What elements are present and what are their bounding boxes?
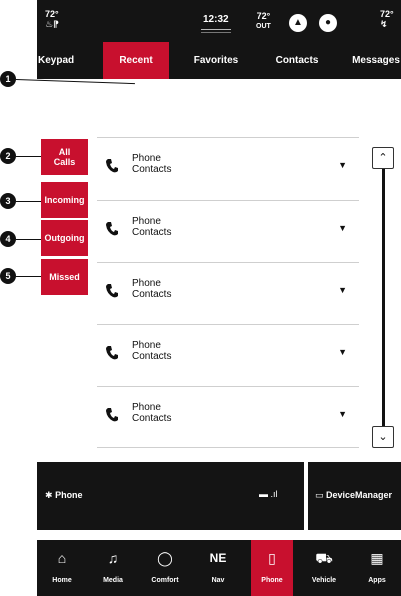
nav-vehicle[interactable]: ⛟ Vehicle <box>303 540 345 596</box>
nav-nav[interactable]: NE Nav <box>197 540 239 596</box>
callout-leader <box>16 276 41 277</box>
contact-name: Phone Contacts <box>132 216 172 238</box>
filter-missed[interactable]: Missed <box>41 259 88 295</box>
filter-all-calls[interactable]: All Calls <box>41 139 88 175</box>
outside-temp: 72° OUT <box>256 12 271 31</box>
call-list-item[interactable]: Phone Contacts ▼ <box>97 262 359 324</box>
compass-icon: NE <box>197 550 239 568</box>
nav-label: Phone <box>261 577 283 584</box>
outside-label: OUT <box>256 23 271 30</box>
connected-phone[interactable]: ✱ Phone <box>45 490 83 501</box>
scroll-up-button[interactable]: ⌃ <box>372 147 394 169</box>
clock: 12:32 <box>203 14 229 25</box>
chevron-down-icon[interactable]: ▼ <box>338 285 347 295</box>
passenger-temp[interactable]: 72° ↯ <box>380 9 394 29</box>
nav-label: Comfort <box>151 577 179 584</box>
device-manager-button[interactable]: ▭ DeviceManager <box>315 490 392 501</box>
phone-handset-icon <box>106 222 118 236</box>
phone-icon: ▯ <box>268 550 276 566</box>
nav-home[interactable]: ⌂ Home <box>41 540 83 596</box>
filter-incoming[interactable]: Incoming <box>41 182 88 218</box>
contact-name: Phone Contacts <box>132 278 172 300</box>
status-bar: 72° ♨⁋ 12:32 72° OUT ▲ ● 72° ↯ <box>37 0 401 42</box>
callout-leader <box>16 156 41 157</box>
phone-handset-icon <box>106 408 118 422</box>
chevron-down-icon[interactable]: ▼ <box>338 347 347 357</box>
nav-label: Home <box>52 577 72 584</box>
scroll-down-button[interactable]: ⌄ <box>372 426 394 448</box>
passenger-temp-value: 72° <box>380 9 394 19</box>
comfort-icon: ◯ <box>157 550 173 566</box>
tab-recent[interactable]: Recent <box>103 42 169 79</box>
outside-temp-value: 72° <box>256 11 271 21</box>
profile-icon[interactable]: ▲ <box>289 14 307 32</box>
tab-contacts[interactable]: Contacts <box>265 42 329 79</box>
signal-strength-icon: ▬ .ıl <box>259 489 278 499</box>
home-icon: ⌂ <box>57 550 67 566</box>
apps-grid-icon: ▦ <box>370 550 384 566</box>
car-icon: ⛟ <box>315 550 333 566</box>
driver-temp[interactable]: 72° ♨⁋ <box>45 9 59 29</box>
phone-handset-icon <box>106 159 118 173</box>
phone-status-bar: ✱ Phone ▬ .ıl ▭ DeviceManager <box>37 462 401 530</box>
microphone-icon[interactable]: ● <box>319 14 337 32</box>
clock-divider-2 <box>201 32 231 33</box>
compass-heading: NE <box>209 551 227 565</box>
device-manager-label: DeviceManager <box>326 490 393 500</box>
tab-favorites[interactable]: Favorites <box>185 42 247 79</box>
chevron-down-icon[interactable]: ▼ <box>338 409 347 419</box>
callout-leader <box>16 201 41 202</box>
chevron-down-icon[interactable]: ▼ <box>338 223 347 233</box>
contact-name: Phone Contacts <box>132 153 172 175</box>
device-manager-icon: ▭ <box>315 490 324 500</box>
scrollbar[interactable] <box>382 169 385 431</box>
clock-divider <box>201 29 231 30</box>
steering-heat-icon: ↯ <box>380 19 388 29</box>
callout-marker: 3 <box>0 193 16 209</box>
bluetooth-icon: ✱ <box>45 490 53 500</box>
main-nav-bar: ⌂ Home ♫ Media ◯ Comfort NE Nav ▯ Phone … <box>37 540 401 596</box>
phone-handset-icon <box>106 284 118 298</box>
callout-marker: 2 <box>0 148 16 164</box>
phone-tab-bar: Keypad Recent Favorites Contacts Message… <box>37 42 401 79</box>
recent-calls-panel: All Calls Incoming Outgoing Missed Phone C… <box>37 110 401 462</box>
call-list-item[interactable]: Phone Contacts ▼ <box>97 137 359 199</box>
divider <box>304 462 308 530</box>
seat-heat-icon: ♨⁋ <box>45 19 59 29</box>
nav-comfort[interactable]: ◯ Comfort <box>144 540 186 596</box>
nav-label: Apps <box>368 577 386 584</box>
tab-keypad[interactable]: Keypad <box>37 42 89 79</box>
call-list-item[interactable]: Phone Contacts ▼ <box>97 200 359 262</box>
driver-temp-value: 72° <box>45 9 59 19</box>
contact-name: Phone Contacts <box>132 402 172 424</box>
nav-label: Vehicle <box>311 577 337 584</box>
call-list-item[interactable]: Phone Contacts ▼ <box>97 386 359 448</box>
filter-outgoing[interactable]: Outgoing <box>41 220 88 256</box>
music-note-icon: ♫ <box>107 550 119 566</box>
phone-handset-icon <box>106 346 118 360</box>
tab-messages[interactable]: Messages <box>347 42 401 79</box>
nav-media[interactable]: ♫ Media <box>92 540 134 596</box>
nav-apps[interactable]: ▦ Apps <box>356 540 398 596</box>
callout-marker: 1 <box>0 71 16 87</box>
nav-label: Media <box>103 577 123 584</box>
chevron-down-icon[interactable]: ▼ <box>338 160 347 170</box>
nav-label: Nav <box>211 577 225 584</box>
uconnect-phone-screen: 72° ♨⁋ 12:32 72° OUT ▲ ● 72° ↯ Keypad Re… <box>37 0 401 596</box>
phone-label: Phone <box>55 490 83 500</box>
callout-marker: 4 <box>0 231 16 247</box>
call-list-item[interactable]: Phone Contacts ▼ <box>97 324 359 386</box>
callout-leader <box>16 239 41 240</box>
callout-marker: 5 <box>0 268 16 284</box>
contact-name: Phone Contacts <box>132 340 172 362</box>
nav-phone[interactable]: ▯ Phone <box>251 540 293 596</box>
